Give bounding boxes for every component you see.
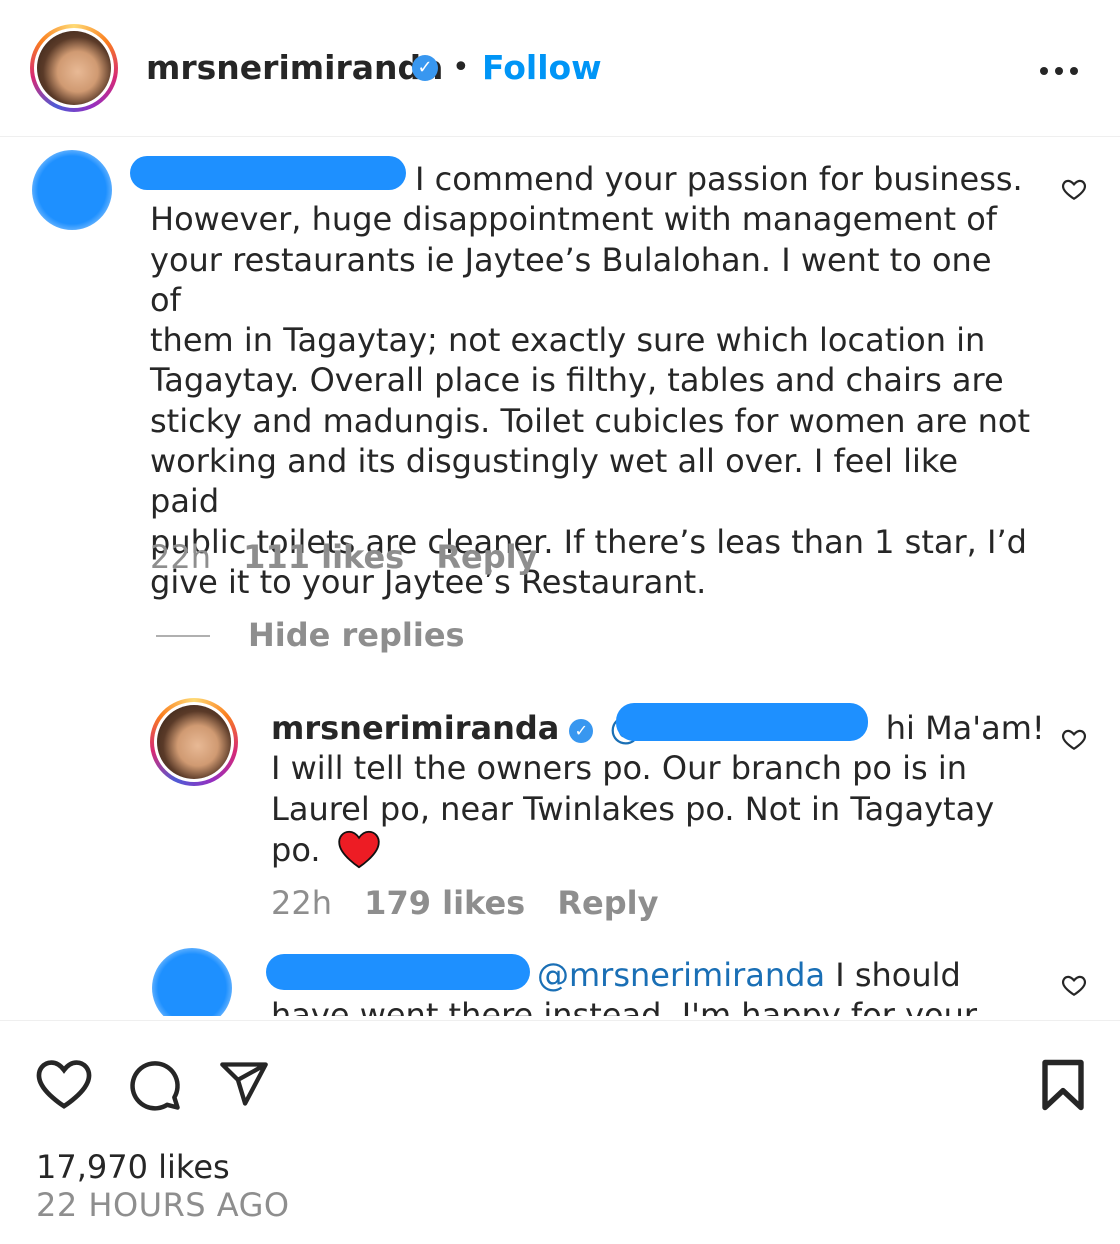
reply-time: 22h xyxy=(271,884,332,922)
post-timestamp: 22 HOURS AGO xyxy=(36,1186,290,1224)
reply2-avatar-redacted[interactable] xyxy=(152,948,232,1016)
reply-line: I will tell the owners po. Our branch po… xyxy=(271,749,968,788)
hide-replies-button[interactable]: Hide replies xyxy=(248,614,465,656)
comments-divider xyxy=(0,1020,1120,1021)
comment-icon[interactable] xyxy=(128,1058,182,1116)
reply-likes[interactable]: 179 likes xyxy=(364,884,525,922)
post-header: mrsnerimiranda ✓ • Follow xyxy=(0,0,1120,137)
comment-line: sticky and madungis. Toilet cubicles for… xyxy=(150,401,1030,440)
red-heart-emoji-icon xyxy=(337,830,380,869)
comment-time: 22h xyxy=(150,538,211,576)
share-icon[interactable] xyxy=(218,1058,270,1114)
reply-author-avatar[interactable] xyxy=(150,698,238,786)
hide-replies-line xyxy=(156,635,210,637)
comment-line: them in Tagaytay; not exactly sure which… xyxy=(150,321,986,360)
verified-badge-icon: ✓ xyxy=(412,55,438,81)
author-avatar[interactable] xyxy=(30,24,118,112)
comment-reply-button[interactable]: Reply xyxy=(436,538,537,576)
reply-meta: 22h 179 likes Reply xyxy=(271,882,658,924)
reply2-text: @mrsnerimiranda I should have went there… xyxy=(271,955,1051,1016)
avatar-photo xyxy=(37,31,111,105)
comment-line: I commend your passion for business. xyxy=(415,160,1023,198)
author-username[interactable]: mrsnerimiranda xyxy=(146,46,443,90)
verified-badge-icon: ✓ xyxy=(569,719,594,743)
comment-like-icon[interactable] xyxy=(1061,176,1087,206)
header-separator: • xyxy=(452,50,470,85)
reply-like-icon[interactable] xyxy=(1061,726,1087,756)
reply2-mention[interactable]: @mrsnerimiranda xyxy=(537,956,825,994)
follow-button[interactable]: Follow xyxy=(482,46,602,90)
reply2-line: I should xyxy=(835,956,961,994)
comment-likes[interactable]: 111 likes xyxy=(243,538,404,576)
more-options-icon[interactable] xyxy=(1038,62,1080,75)
save-bookmark-icon[interactable] xyxy=(1040,1058,1086,1116)
reply-line: Laurel po, near Twinlakes po. Not in Tag… xyxy=(271,789,995,828)
reply2-line: have went there instead. I'm happy for y… xyxy=(271,996,978,1016)
comment-line: However, huge disappointment with manage… xyxy=(150,200,998,239)
reply-username[interactable]: mrsnerimiranda xyxy=(271,709,559,747)
reply2-like-icon[interactable] xyxy=(1061,972,1087,1002)
post-likes-count[interactable]: 17,970 likes xyxy=(36,1146,230,1188)
reply2-clip: @mrsnerimiranda I should have went there… xyxy=(0,940,1120,1016)
mentioned-username-redacted xyxy=(616,703,868,741)
comment-line: working and its disgustingly wet all ove… xyxy=(150,442,958,521)
reply-line: hi Ma'am! xyxy=(885,709,1045,747)
like-icon[interactable] xyxy=(36,1058,92,1114)
comment-meta: 22h 111 likes Reply xyxy=(150,536,537,578)
avatar-photo xyxy=(157,705,231,779)
reply-reply-button[interactable]: Reply xyxy=(557,884,658,922)
comment-line: Tagaytay. Overall place is filthy, table… xyxy=(150,361,1004,400)
reply-last-line: po. xyxy=(271,829,1051,870)
commenter-avatar-redacted[interactable] xyxy=(32,150,112,230)
reply-line: po. xyxy=(271,830,321,869)
comment-line: your restaurants ie Jaytee’s Bulalohan. … xyxy=(150,240,992,319)
